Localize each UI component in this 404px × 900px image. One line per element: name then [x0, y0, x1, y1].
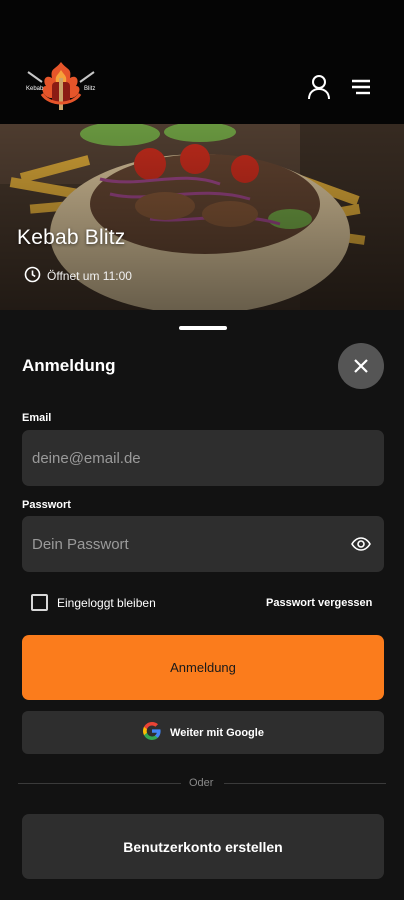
hamburger-menu-icon[interactable] — [346, 72, 376, 102]
opening-hours: Öffnet um 11:00 — [24, 266, 132, 286]
google-login-label: Weiter mit Google — [170, 726, 264, 739]
or-separator: Oder — [189, 777, 214, 789]
logo-text-left: Kebab — [26, 86, 44, 92]
top-bar: Kebab Blitz — [0, 0, 404, 124]
email-field[interactable] — [22, 430, 384, 486]
remember-me-label: Eingeloggt bleiben — [57, 595, 156, 610]
clock-icon — [24, 266, 41, 286]
restaurant-name: Kebab Blitz — [17, 226, 126, 249]
login-button[interactable]: Anmeldung — [22, 635, 384, 700]
google-login-button[interactable]: Weiter mit Google — [22, 711, 384, 754]
email-input[interactable] — [32, 449, 332, 467]
remember-me[interactable]: Eingeloggt bleiben — [31, 594, 156, 611]
create-account-button[interactable]: Benutzerkonto erstellen — [22, 814, 384, 879]
password-label: Passwort — [22, 499, 71, 511]
divider-right — [224, 783, 386, 784]
logo-text-right: Blitz — [84, 86, 95, 92]
forgot-password-link[interactable]: Passwort vergessen — [266, 597, 372, 609]
password-field[interactable] — [22, 516, 384, 572]
divider-left — [18, 783, 181, 784]
email-label: Email — [22, 412, 52, 424]
remember-me-checkbox[interactable] — [31, 594, 48, 611]
sheet-drag-handle[interactable] — [179, 326, 227, 330]
sheet-title: Anmeldung — [22, 356, 116, 375]
google-icon — [142, 721, 162, 744]
user-icon[interactable] — [304, 72, 334, 102]
password-input[interactable] — [32, 535, 332, 553]
opening-hours-text: Öffnet um 11:00 — [47, 269, 132, 283]
close-icon[interactable] — [338, 343, 384, 389]
restaurant-logo[interactable]: Kebab Blitz — [22, 58, 100, 116]
eye-icon[interactable] — [350, 533, 372, 555]
